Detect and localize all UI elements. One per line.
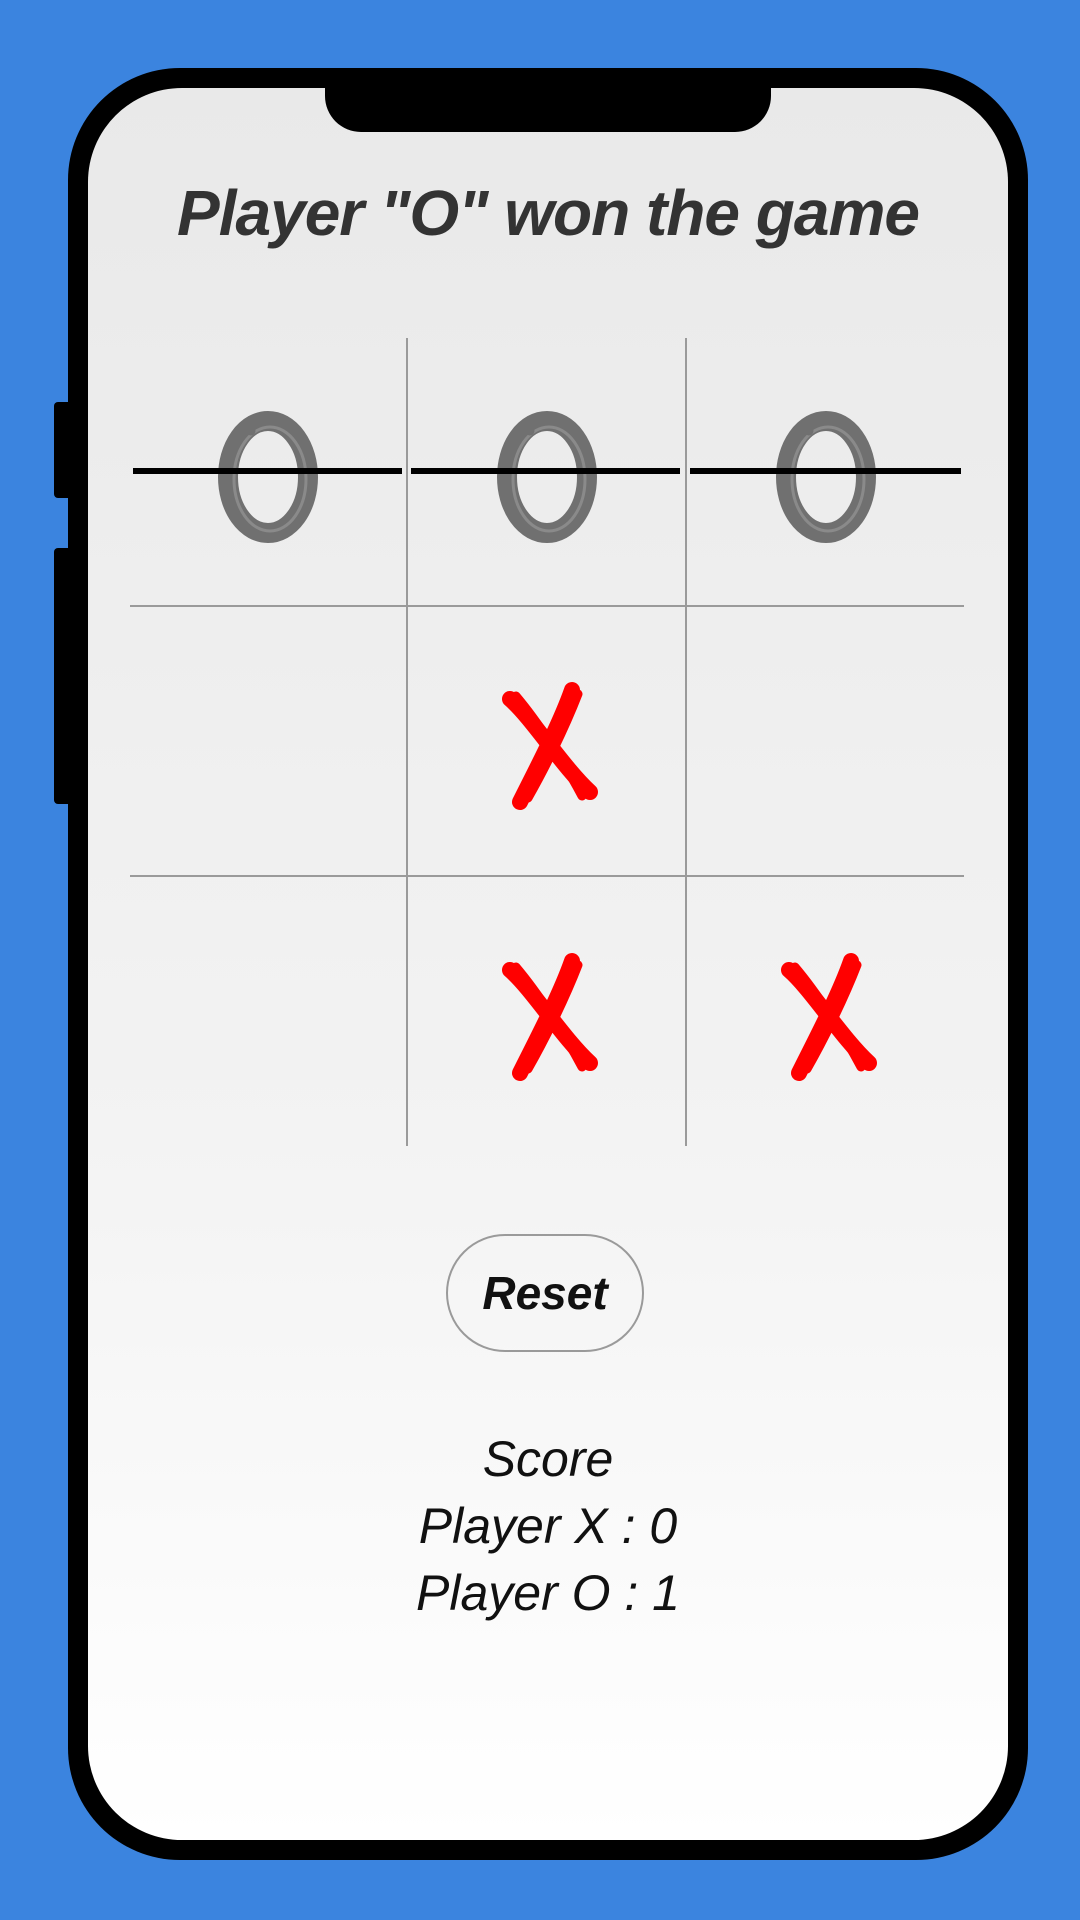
- board-cell-2-1[interactable]: [408, 877, 685, 1146]
- win-strike-line: [690, 468, 961, 474]
- score-title: Score: [482, 1431, 614, 1487]
- win-strike-line: [133, 468, 402, 474]
- board-cell-1-2[interactable]: [687, 607, 964, 875]
- reset-button[interactable]: Reset: [446, 1234, 644, 1352]
- brush-x-icon: [501, 682, 598, 810]
- brush-x-icon: [780, 952, 877, 1081]
- phone-screen: Player "O" won the game Reset Score Play…: [88, 88, 1008, 1840]
- scoreboard: Score Player X : 0 Player O : 1: [88, 1426, 1008, 1627]
- phone-frame: Player "O" won the game Reset Score Play…: [68, 68, 1028, 1860]
- board-cell-1-0[interactable]: [130, 607, 406, 875]
- game-status-title: Player "O" won the game: [177, 177, 920, 249]
- brush-x-icon: [501, 952, 598, 1081]
- board-cell-1-1[interactable]: [408, 607, 685, 875]
- game-board: [130, 338, 964, 1146]
- phone-notch: [325, 88, 771, 132]
- board-cell-2-2[interactable]: [687, 877, 964, 1146]
- board-cell-2-0[interactable]: [130, 877, 406, 1146]
- score-player-o: Player O : 1: [416, 1565, 680, 1621]
- win-strike-line: [411, 468, 680, 474]
- score-player-x: Player X : 0: [418, 1498, 678, 1554]
